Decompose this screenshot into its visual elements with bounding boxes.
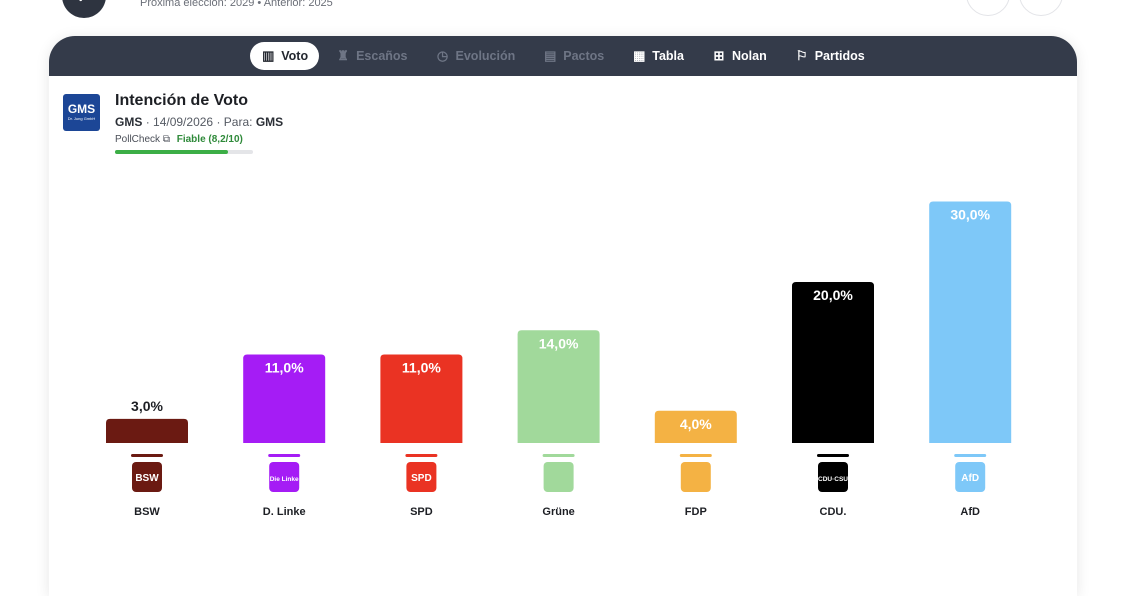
app-badge-icon[interactable]: ✓ (62, 0, 106, 18)
bar[interactable] (792, 282, 874, 443)
bar-value-label: 20,0% (813, 287, 853, 303)
party-logo-text: AfD (961, 473, 979, 484)
category-label: AfD (960, 506, 980, 518)
bar-group-1[interactable]: 11,0% Die Linke D. Linke (243, 354, 326, 518)
bar-group-6[interactable]: 30,0% AfD AfD (929, 201, 1012, 519)
party-logo (680, 462, 711, 492)
bar[interactable] (106, 418, 188, 443)
color-marker (954, 454, 987, 457)
bar-value-label: 4,0% (680, 416, 712, 432)
bar-value-label: 11,0% (402, 359, 441, 375)
color-marker (817, 454, 849, 457)
color-marker (405, 454, 438, 457)
election-info: Próxima elección: 2029 • Anterior: 2025 (140, 0, 333, 9)
bar-group-2[interactable]: 11,0% SPD SPD (380, 354, 463, 518)
top-action-button[interactable] (966, 0, 1010, 16)
party-logo-text: BSW (135, 473, 159, 484)
category-label: D. Linke (263, 506, 306, 518)
poll-card: ▥ Voto ♜ Escaños ◷ Evolución ▤ Pactos ▦ … (49, 36, 1077, 596)
top-bar: ✓ Próxima elección: 2029 • Anterior: 202… (0, 0, 1140, 36)
color-marker (679, 454, 712, 457)
party-logo (543, 462, 574, 492)
bar-group-4[interactable]: 4,0% FDP (654, 410, 737, 518)
color-marker (542, 454, 575, 457)
category-label: FDP (685, 506, 707, 518)
vote-bar-chart: 3,0% BSW BSW 11,0% Die Linke D. Linke 11,0% SPD… (106, 201, 1012, 519)
party-logo-text: Die Linke (270, 476, 299, 483)
color-marker (131, 454, 163, 457)
category-label: CDU. (820, 506, 847, 518)
category-label: BSW (134, 506, 160, 518)
category-label: Grüne (542, 506, 574, 518)
top-action-button-2[interactable] (1019, 0, 1063, 16)
category-label: SPD (410, 506, 433, 518)
bar-value-label: 3,0% (131, 398, 163, 414)
bar-value-label: 30,0% (950, 207, 990, 223)
bar[interactable] (929, 201, 1012, 444)
bar-group-0[interactable]: 3,0% BSW BSW (106, 398, 188, 518)
color-marker (268, 454, 301, 457)
bar-group-3[interactable]: 14,0% Grüne (517, 330, 600, 518)
bar-value-label: 11,0% (265, 359, 304, 375)
party-logo-text: SPD (411, 473, 432, 484)
party-logo-text: CDU·CSU (818, 476, 848, 483)
bar-group-5[interactable]: 20,0% CDU·CSU CDU. (792, 282, 874, 518)
bar-value-label: 14,0% (539, 335, 579, 351)
